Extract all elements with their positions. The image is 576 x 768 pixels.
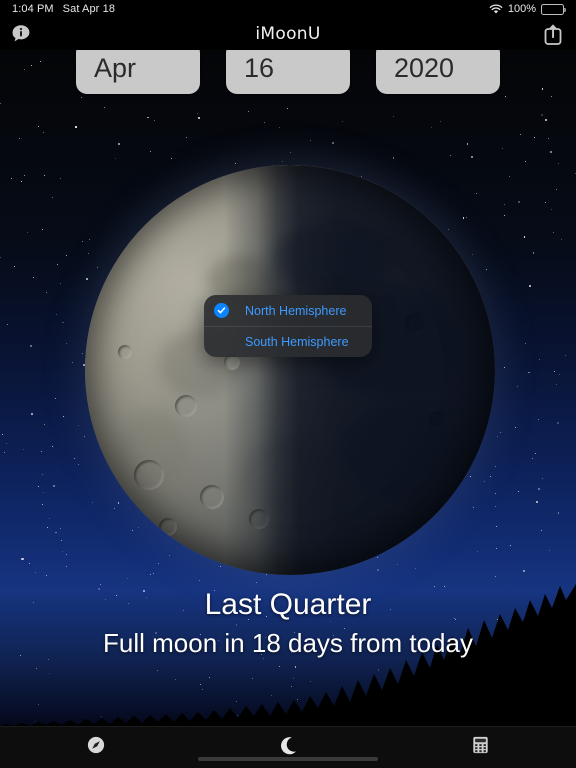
checkmark-placeholder xyxy=(214,335,229,350)
wifi-icon xyxy=(489,3,503,14)
popup-item-north[interactable]: North Hemisphere xyxy=(204,295,372,326)
moon-disc xyxy=(85,165,495,575)
share-icon xyxy=(544,24,562,45)
popup-item-label: North Hemisphere xyxy=(245,303,347,318)
popup-item-label: South Hemisphere xyxy=(245,335,349,349)
share-button[interactable] xyxy=(538,21,568,47)
moon-image[interactable] xyxy=(85,165,495,575)
status-bar-right: 100% xyxy=(489,3,566,15)
status-bar-left: 1:04 PM Sat Apr 18 xyxy=(12,3,115,15)
night-sky-scene: Last Quarter Full moon in 18 days from t… xyxy=(0,50,576,726)
status-date: Sat Apr 18 xyxy=(62,3,116,15)
battery-icon xyxy=(541,3,566,15)
page-title: iMoonU xyxy=(255,24,321,44)
compass-icon xyxy=(87,736,105,754)
calculator-icon xyxy=(472,736,488,754)
popup-item-south[interactable]: South Hemisphere xyxy=(204,326,372,357)
next-event-text: Full moon in 18 days from today xyxy=(103,627,473,658)
moon-limb-shading xyxy=(85,165,495,575)
status-bar: 1:04 PM Sat Apr 18 100% xyxy=(0,0,576,18)
tab-bar xyxy=(0,726,576,768)
nav-bar: iMoonU xyxy=(0,18,576,50)
tab-moon[interactable] xyxy=(248,732,328,758)
info-bubble-icon xyxy=(12,25,30,42)
info-button[interactable] xyxy=(6,21,36,47)
crescent-moon-icon xyxy=(280,736,296,754)
hemisphere-popup: North Hemisphere South Hemisphere xyxy=(204,295,372,357)
home-indicator[interactable] xyxy=(198,757,378,761)
battery-percent: 100% xyxy=(507,3,536,15)
tab-compass[interactable] xyxy=(56,732,136,758)
checkmark-icon xyxy=(214,303,229,318)
app-root: Last Quarter Full moon in 18 days from t… xyxy=(0,0,576,768)
phase-info: Last Quarter Full moon in 18 days from t… xyxy=(0,586,576,661)
status-time: 1:04 PM xyxy=(12,3,54,15)
phase-title: Last Quarter xyxy=(204,588,372,621)
tab-calculator[interactable] xyxy=(440,732,520,758)
